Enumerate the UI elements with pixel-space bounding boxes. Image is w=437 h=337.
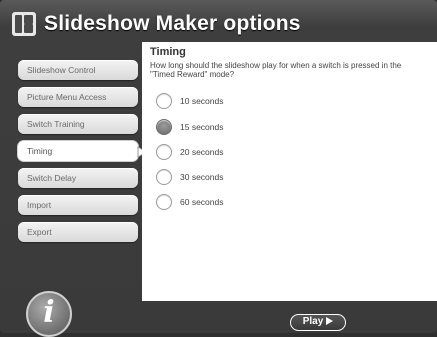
app-grid-icon (12, 12, 36, 36)
radio-button-selected[interactable] (156, 119, 172, 135)
sidebar-item-import[interactable]: Import (18, 195, 138, 215)
option-label: 15 seconds (180, 122, 224, 132)
sidebar: Slideshow Control Picture Menu Access Sw… (14, 52, 138, 298)
sidebar-item-picture-menu-access[interactable]: Picture Menu Access (18, 87, 138, 107)
sidebar-item-switch-delay[interactable]: Switch Delay (18, 168, 138, 188)
sidebar-item-switch-training[interactable]: Switch Training (18, 114, 138, 134)
radio-button[interactable] (156, 93, 172, 109)
sidebar-item-slideshow-control[interactable]: Slideshow Control (18, 60, 138, 80)
play-icon (326, 317, 334, 325)
sidebar-item-export[interactable]: Export (18, 222, 138, 242)
radio-button[interactable] (156, 194, 172, 210)
option-label: 60 seconds (180, 197, 224, 207)
option-60-seconds[interactable]: 60 seconds (156, 193, 223, 211)
sidebar-item-timing[interactable]: Timing (18, 141, 138, 161)
option-label: 20 seconds (180, 147, 224, 157)
window-title: Slideshow Maker options (44, 12, 301, 35)
radio-button[interactable] (156, 169, 172, 185)
info-icon[interactable]: i (26, 291, 72, 337)
option-label: 10 seconds (180, 96, 224, 106)
title-bar: Slideshow Maker options (6, 6, 431, 42)
panel-description: How long should the slideshow play for w… (150, 61, 402, 79)
option-20-seconds[interactable]: 20 seconds (156, 143, 223, 161)
play-label: Play (302, 316, 324, 327)
app-window: Slideshow Maker options Slideshow Contro… (0, 0, 437, 337)
option-10-seconds[interactable]: 10 seconds (156, 92, 223, 110)
options-panel: Timing How long should the slideshow pla… (142, 42, 437, 301)
play-button[interactable]: Play (290, 314, 346, 331)
option-30-seconds[interactable]: 30 seconds (156, 168, 223, 186)
panel-heading: Timing (150, 46, 186, 58)
option-label: 30 seconds (180, 172, 224, 182)
option-15-seconds[interactable]: 15 seconds (156, 118, 223, 136)
radio-button[interactable] (156, 144, 172, 160)
